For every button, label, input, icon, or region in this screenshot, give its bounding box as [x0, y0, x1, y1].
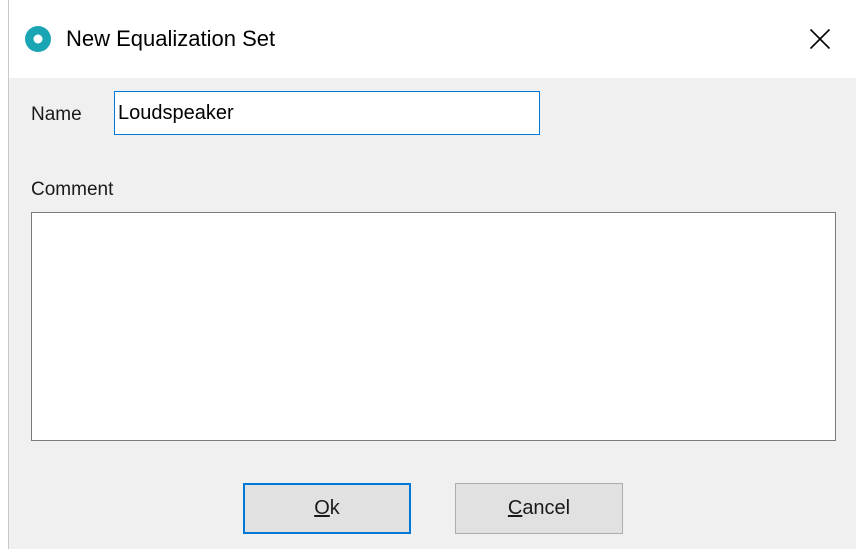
name-input[interactable] — [114, 91, 540, 135]
background-window-edge — [0, 0, 9, 549]
ok-label-rest: k — [329, 497, 340, 519]
cancel-mnemonic: C — [507, 497, 523, 519]
window-title: New Equalization Set — [66, 26, 276, 51]
comment-textarea[interactable] — [31, 212, 836, 441]
ok-button[interactable]: Ok — [243, 483, 411, 534]
cancel-label-rest: ancel — [522, 497, 571, 519]
close-icon — [809, 28, 831, 50]
title-bar[interactable]: New Equalization Set — [9, 0, 856, 78]
close-button[interactable] — [791, 15, 849, 63]
name-label: Name — [31, 104, 82, 125]
app-logo-icon — [24, 25, 52, 53]
cancel-button[interactable]: Cancel — [455, 483, 623, 534]
comment-label: Comment — [31, 179, 114, 200]
ok-mnemonic: O — [314, 497, 330, 519]
new-equalization-set-dialog: New Equalization Set Name Comment Ok Can… — [9, 0, 856, 549]
